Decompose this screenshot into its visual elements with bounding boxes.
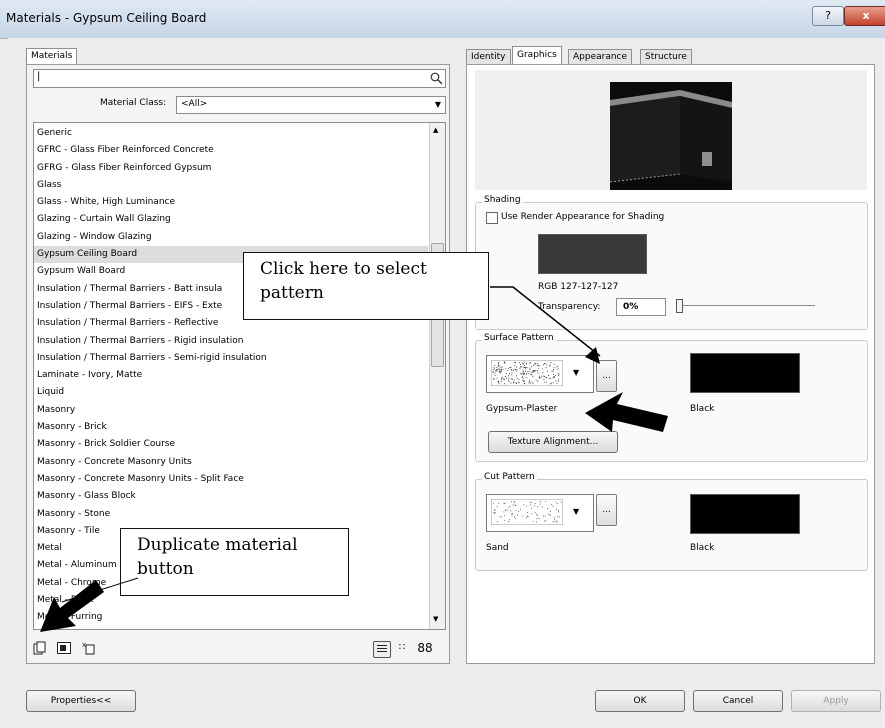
texture-alignment-button[interactable]: Texture Alignment... — [488, 431, 618, 453]
list-item[interactable]: Masonry — [34, 402, 428, 419]
list-view-icon[interactable] — [373, 641, 391, 658]
material-class-value: <All> — [181, 99, 208, 109]
callout-duplicate-material: Duplicate material button — [120, 528, 349, 596]
shading-legend: Shading — [482, 195, 523, 205]
cut-pattern-select[interactable]: ▼ — [486, 494, 594, 532]
surface-pattern-color-swatch[interactable] — [690, 353, 800, 393]
delete-material-icon[interactable]: x — [82, 641, 96, 655]
gypsum-plaster-pattern-swatch — [491, 360, 563, 386]
transparency-input[interactable]: 0% — [616, 298, 666, 316]
chevron-down-icon: ▼ — [573, 368, 580, 377]
search-icon[interactable] — [430, 72, 443, 85]
duplicate-icon — [33, 641, 46, 655]
list-item[interactable]: Liquid — [34, 384, 428, 401]
material-class-label: Material Class: — [100, 98, 167, 108]
list-item[interactable]: Generic — [34, 125, 428, 142]
ok-button[interactable]: OK — [595, 690, 685, 712]
cut-pattern-color-name: Black — [690, 543, 715, 553]
cancel-button[interactable]: Cancel — [693, 690, 783, 712]
sand-pattern-swatch — [491, 499, 563, 525]
preview-area — [475, 70, 867, 190]
large-icons-view-icon[interactable]: 88 — [417, 641, 433, 655]
surface-pattern-name: Gypsum-Plaster — [486, 404, 558, 414]
list-line-icon — [377, 651, 387, 652]
list-item[interactable]: Masonry - Concrete Masonry Units - Split… — [34, 471, 428, 488]
small-icons-view-icon[interactable]: ∷ — [395, 641, 409, 655]
surface-pattern-browse-button[interactable]: ... — [596, 360, 617, 392]
close-button[interactable]: x — [844, 6, 885, 26]
shading-color-swatch[interactable] — [538, 234, 647, 274]
list-item[interactable]: Glass — [34, 177, 428, 194]
search-input[interactable]: | — [33, 69, 446, 88]
transparency-slider-track[interactable] — [680, 305, 815, 306]
rename-icon — [57, 642, 71, 654]
tab-structure[interactable]: Structure — [640, 49, 692, 65]
surface-pattern-color-name: Black — [690, 404, 715, 414]
list-item[interactable]: GFRG - Glass Fiber Reinforced Gypsum — [34, 160, 428, 177]
transparency-label: Transparency: — [538, 302, 601, 312]
material-class-select[interactable]: <All> ▼ — [176, 96, 446, 114]
cut-pattern-name: Sand — [486, 543, 509, 553]
list-item[interactable]: Masonry - Glass Block — [34, 488, 428, 505]
tab-graphics[interactable]: Graphics — [512, 46, 562, 64]
surface-pattern-legend: Surface Pattern — [482, 333, 556, 343]
cut-pattern-color-swatch[interactable] — [690, 494, 800, 534]
list-item[interactable]: Glass - White, High Luminance — [34, 194, 428, 211]
properties-button[interactable]: Properties<< — [26, 690, 136, 712]
transparency-slider-thumb[interactable] — [676, 299, 683, 313]
list-item[interactable]: Insulation / Thermal Barriers - Rigid in… — [34, 333, 428, 350]
list-item[interactable]: Laminate - Ivory, Matte — [34, 367, 428, 384]
list-scrollbar[interactable]: ▲ ▼ — [429, 123, 445, 629]
tab-identity[interactable]: Identity — [466, 49, 511, 65]
svg-text:x: x — [82, 641, 86, 649]
duplicate-material-icon[interactable] — [33, 641, 47, 655]
title-bar: Materials - Gypsum Ceiling Board ? x — [0, 0, 885, 39]
use-render-appearance-label: Use Render Appearance for Shading — [501, 212, 665, 222]
list-item[interactable]: Masonry - Brick — [34, 419, 428, 436]
apply-button[interactable]: Apply — [791, 690, 881, 712]
list-line-icon — [377, 645, 387, 646]
list-item[interactable]: Insulation / Thermal Barriers - Semi-rig… — [34, 350, 428, 367]
window-title: Materials - Gypsum Ceiling Board — [6, 11, 207, 25]
list-item[interactable]: GFRC - Glass Fiber Reinforced Concrete — [34, 142, 428, 159]
tab-materials[interactable]: Materials — [26, 48, 78, 64]
scroll-down-icon[interactable]: ▼ — [433, 615, 438, 623]
cut-pattern-legend: Cut Pattern — [482, 472, 537, 482]
rename-material-icon[interactable] — [57, 642, 71, 654]
list-item[interactable]: Glazing - Curtain Wall Glazing — [34, 211, 428, 228]
list-item[interactable]: Metal - Furring — [34, 609, 428, 626]
shading-color-value: RGB 127-127-127 — [538, 282, 619, 292]
cut-pattern-browse-button[interactable]: ... — [596, 494, 617, 526]
search-input-text: | — [37, 71, 41, 82]
callout-select-pattern: Click here to select pattern — [243, 252, 489, 320]
chevron-down-icon: ▼ — [434, 100, 441, 109]
scroll-up-icon[interactable]: ▲ — [433, 126, 438, 134]
list-item[interactable]: Masonry - Brick Soldier Course — [34, 436, 428, 453]
tab-appearance[interactable]: Appearance — [568, 49, 633, 65]
help-button[interactable]: ? — [812, 6, 844, 26]
surface-pattern-select[interactable]: ▼ — [486, 355, 594, 393]
list-line-icon — [377, 648, 387, 649]
list-item[interactable]: Masonry - Stone — [34, 506, 428, 523]
chevron-down-icon: ▼ — [573, 507, 580, 516]
use-render-appearance-checkbox[interactable] — [486, 212, 498, 224]
list-item[interactable]: Masonry - Concrete Masonry Units — [34, 454, 428, 471]
material-preview-image — [610, 82, 732, 190]
delete-icon: x — [82, 641, 95, 655]
list-item[interactable]: Glazing - Window Glazing — [34, 229, 428, 246]
